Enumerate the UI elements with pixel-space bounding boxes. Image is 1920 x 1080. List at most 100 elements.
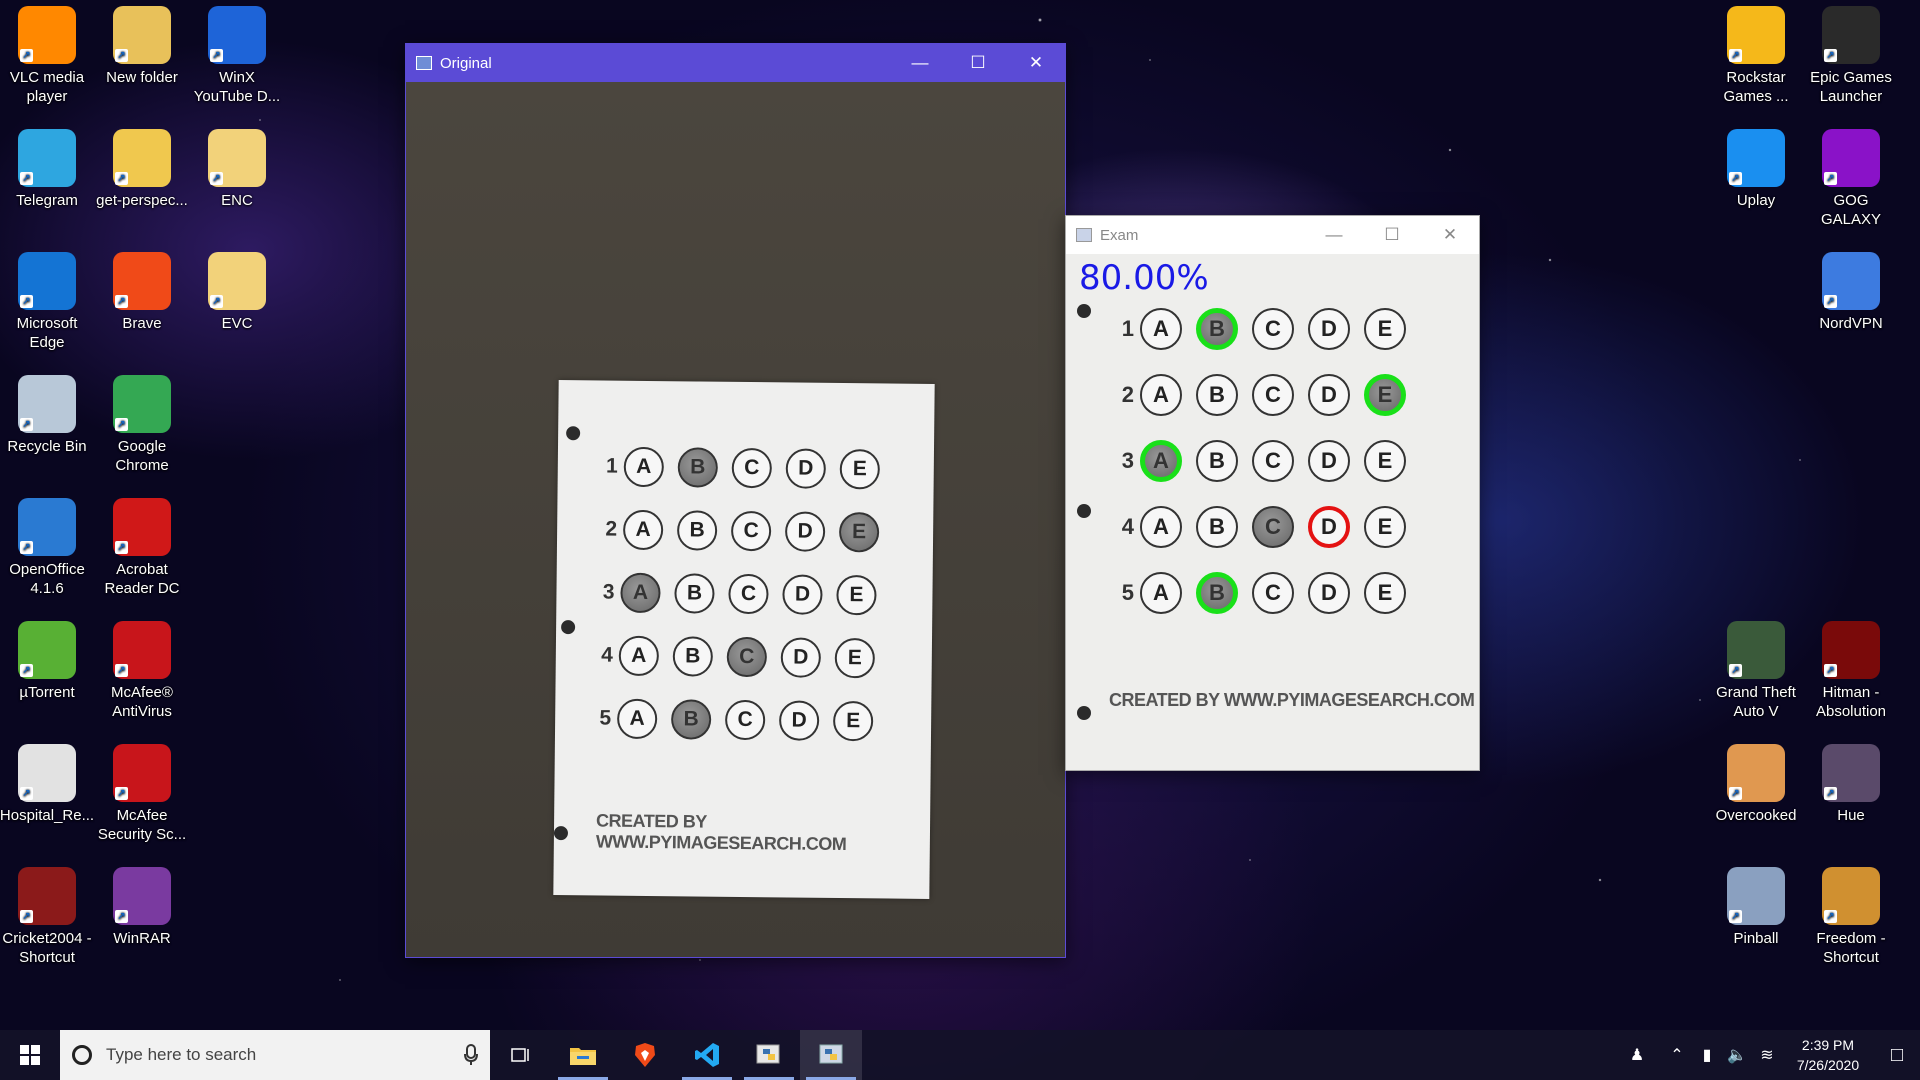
taskbar-python-idle[interactable]	[738, 1030, 800, 1080]
desktop-icon[interactable]: ↗ µTorrent	[0, 621, 94, 702]
desktop-icon-label: NordVPN	[1819, 315, 1883, 332]
maximize-button[interactable]: ☐	[1363, 216, 1421, 254]
start-button[interactable]	[0, 1030, 60, 1080]
chrome-icon: ↗	[113, 375, 171, 433]
desktop-icon[interactable]: ↗ Microsoft Edge	[0, 252, 94, 352]
question-number: 5	[599, 706, 612, 730]
desktop-icon[interactable]: ↗ Grand Theft Auto V	[1709, 621, 1803, 721]
question-number: 1	[1121, 316, 1134, 341]
microphone-icon[interactable]	[464, 1044, 478, 1066]
volume-icon[interactable]: 🔈	[1722, 1045, 1752, 1065]
show-hidden-icons-chevron-icon[interactable]: ⌃	[1662, 1045, 1692, 1065]
desktop-icon[interactable]: ↗ ENC	[190, 129, 284, 210]
task-view-button[interactable]	[490, 1030, 552, 1080]
original-titlebar[interactable]: Original — ☐ ✕	[406, 44, 1065, 82]
desktop-icon-label: Telegram	[16, 192, 78, 209]
mcafee-icon: ↗	[113, 621, 171, 679]
taskbar-vscode[interactable]	[676, 1030, 738, 1080]
python-idle-icon	[756, 1044, 780, 1064]
shortcut-arrow-icon: ↗	[1824, 172, 1837, 185]
answer-bubble: E	[1364, 506, 1406, 548]
search-placeholder: Type here to search	[106, 1045, 257, 1064]
notifications-icon[interactable]: □	[1874, 1044, 1920, 1067]
desktop-icon-label: Brave	[122, 315, 162, 332]
exam-window[interactable]: Exam — ☐ ✕ 80.00% 1ABCDE2ABCDE3ABCDE4ABC…	[1065, 215, 1480, 771]
taskbar-search-box[interactable]: Type here to search	[60, 1030, 490, 1080]
paper-punch-hole	[1077, 706, 1091, 720]
desktop-icon[interactable]: ↗ New folder	[95, 6, 189, 87]
desktop-icon[interactable]: ↗ get-perspec...	[95, 129, 189, 210]
question-number: 3	[602, 580, 615, 604]
desktop-icon[interactable]: ↗ Recycle Bin	[0, 375, 94, 456]
answer-bubble: C	[728, 573, 769, 615]
utorrent-icon: ↗	[18, 621, 76, 679]
desktop-icon[interactable]: ↗ McAfee Security Sc...	[95, 744, 189, 844]
answer-bubble: C	[1252, 440, 1294, 482]
python-icon	[819, 1044, 843, 1064]
desktop-icon[interactable]: ↗ VLC media player	[0, 6, 94, 106]
battery-icon[interactable]: ▮	[1692, 1045, 1722, 1065]
shortcut-arrow-icon: ↗	[115, 541, 128, 554]
desktop-icon-label: WinRAR	[113, 930, 171, 947]
desktop-icon[interactable]: ↗ Freedom - Shortcut	[1804, 867, 1898, 967]
desktop-icon[interactable]: ↗ WinX YouTube D...	[190, 6, 284, 106]
answer-bubble: B	[677, 447, 719, 488]
close-button[interactable]: ✕	[1421, 216, 1479, 254]
answer-bubble: C	[1252, 308, 1294, 350]
shortcut-arrow-icon: ↗	[1824, 910, 1837, 923]
answer-bubble: C	[1252, 506, 1294, 548]
answer-bubble: D	[785, 448, 827, 489]
desktop-icon[interactable]: ↗ Brave	[95, 252, 189, 333]
shortcut-arrow-icon: ↗	[115, 49, 128, 62]
window-app-icon	[1076, 228, 1092, 242]
edge-icon: ↗	[18, 252, 76, 310]
answer-bubble: C	[726, 636, 768, 678]
taskbar-python[interactable]	[800, 1030, 862, 1080]
desktop-icon[interactable]: ↗ Epic Games Launcher	[1804, 6, 1898, 106]
answer-bubble: A	[1140, 572, 1182, 614]
desktop-icon-label: OpenOffice 4.1.6	[9, 561, 85, 597]
folder-icon: ↗	[113, 6, 171, 64]
desktop-icon[interactable]: ↗ Hospital_Re...	[0, 744, 94, 825]
shortcut-arrow-icon: ↗	[115, 172, 128, 185]
original-window[interactable]: Original — ☐ ✕ 1ABCDE2ABCDE3ABCDE4ABCDE5…	[405, 43, 1066, 958]
cortana-icon	[72, 1045, 92, 1065]
desktop-icon[interactable]: ↗ Rockstar Games ...	[1709, 6, 1803, 106]
desktop-icon[interactable]: ↗ Hue	[1804, 744, 1898, 825]
desktop-icon[interactable]: ↗ Telegram	[0, 129, 94, 210]
shortcut-arrow-icon: ↗	[1729, 664, 1742, 677]
answer-bubble: B	[674, 573, 715, 614]
desktop-icon[interactable]: ↗ Cricket2004 - Shortcut	[0, 867, 94, 967]
desktop-icon[interactable]: ↗ Pinball	[1709, 867, 1803, 948]
desktop-icon[interactable]: ↗ GOG GALAXY	[1804, 129, 1898, 229]
desktop-icon[interactable]: ↗ EVC	[190, 252, 284, 333]
original-question-rows: 1ABCDE2ABCDE3ABCDE4ABCDE5ABCDE	[559, 380, 935, 742]
desktop-icon-label: ENC	[221, 192, 253, 209]
question-row: 3ABCDE	[1116, 440, 1420, 482]
desktop-icon[interactable]: ↗ Hitman - Absolution	[1804, 621, 1898, 721]
desktop-icon[interactable]: ↗ OpenOffice 4.1.6	[0, 498, 94, 598]
desktop-icon[interactable]: ↗ Google Chrome	[95, 375, 189, 475]
answer-bubble: C	[730, 510, 772, 552]
archive-icon: ↗	[208, 129, 266, 187]
taskbar-brave[interactable]	[614, 1030, 676, 1080]
desktop-icon[interactable]: ↗ WinRAR	[95, 867, 189, 948]
minimize-button[interactable]: —	[891, 44, 949, 82]
people-icon[interactable]: ♟	[1622, 1045, 1652, 1065]
openoffice-icon: ↗	[18, 498, 76, 556]
maximize-button[interactable]: ☐	[949, 44, 1007, 82]
pdf-icon: ↗	[18, 744, 76, 802]
taskbar-file-explorer[interactable]	[552, 1030, 614, 1080]
answer-bubble: E	[836, 574, 877, 616]
close-button[interactable]: ✕	[1007, 44, 1065, 82]
system-tray: ♟ ⌃ ▮ 🔈 ≋ 2:39 PM 7/26/2020 □	[1622, 1030, 1920, 1080]
desktop-icon[interactable]: ↗ Uplay	[1709, 129, 1803, 210]
exam-titlebar[interactable]: Exam — ☐ ✕	[1066, 216, 1479, 254]
desktop-icon[interactable]: ↗ McAfee® AntiVirus	[95, 621, 189, 721]
desktop-icon[interactable]: ↗ Acrobat Reader DC	[95, 498, 189, 598]
minimize-button[interactable]: —	[1305, 216, 1363, 254]
desktop-icon[interactable]: ↗ Overcooked	[1709, 744, 1803, 825]
taskbar-clock[interactable]: 2:39 PM 7/26/2020	[1782, 1035, 1874, 1075]
wifi-icon[interactable]: ≋	[1752, 1045, 1782, 1065]
desktop-icon[interactable]: ↗ NordVPN	[1804, 252, 1898, 333]
